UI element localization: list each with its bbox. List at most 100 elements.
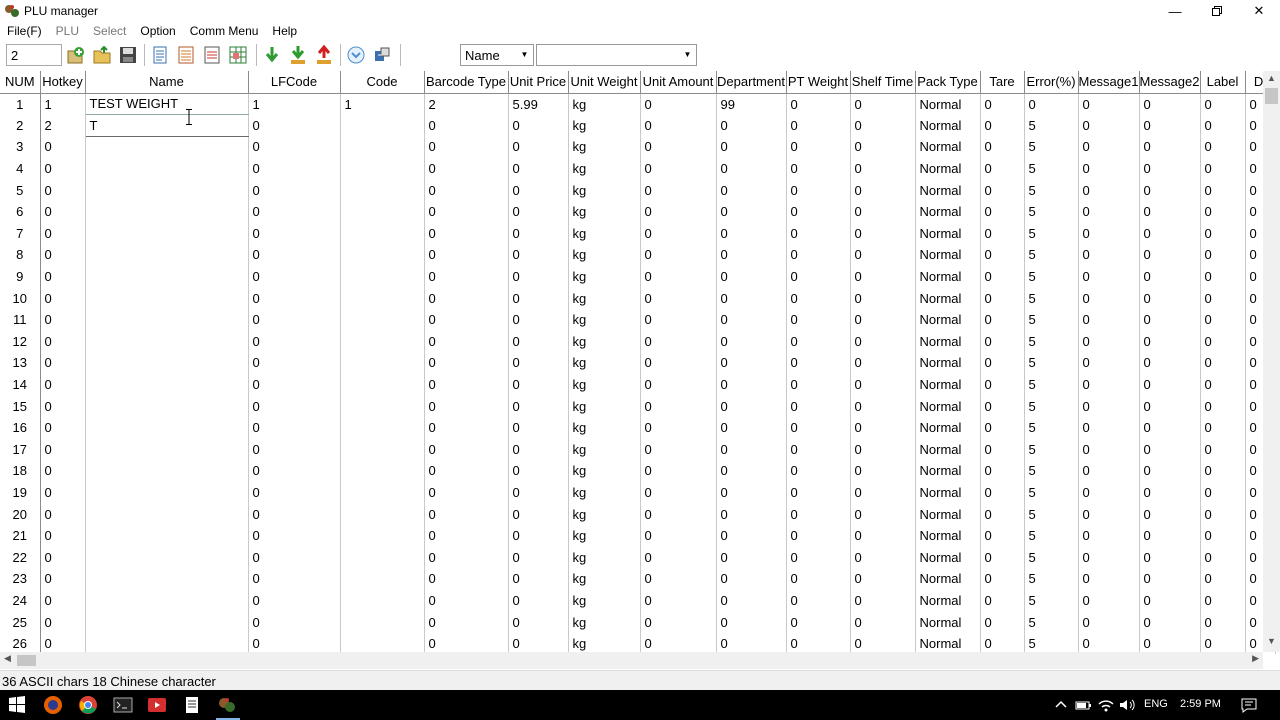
table-cell[interactable]: 0 [786, 179, 851, 201]
table-cell[interactable]: 0 [786, 611, 851, 633]
table-cell[interactable]: 0 [716, 438, 787, 461]
table-cell[interactable]: 0 [640, 136, 717, 158]
table-cell[interactable]: 0 [850, 114, 916, 137]
table-cell[interactable]: kg [568, 244, 641, 266]
vertical-scroll-thumb[interactable] [1265, 88, 1278, 104]
table-cell[interactable]: 0 [716, 179, 787, 201]
table-cell[interactable] [85, 330, 249, 353]
search-field-select[interactable]: Name ▼ [460, 44, 534, 66]
menu-comm[interactable]: Comm Menu [183, 24, 266, 38]
table-cell[interactable]: 0 [980, 589, 1025, 612]
table-cell[interactable]: 0 [716, 352, 787, 374]
table-cell[interactable]: 0 [508, 136, 569, 158]
table-cell[interactable]: 0 [1139, 524, 1201, 547]
table-cell[interactable]: Normal [915, 589, 981, 612]
table-cell[interactable]: 0 [640, 416, 717, 439]
table-cell[interactable]: 0 [1139, 611, 1201, 633]
table-cell[interactable]: 0 [786, 568, 851, 590]
table-cell[interactable]: 5 [1024, 481, 1079, 504]
table-cell[interactable]: 0 [424, 179, 509, 201]
table-cell[interactable]: 5 [1024, 460, 1079, 482]
table-cell[interactable] [85, 200, 249, 223]
table-cell[interactable]: 0 [248, 438, 341, 461]
minimize-icon[interactable]: — [1154, 0, 1196, 22]
table-cell[interactable]: 0 [1200, 611, 1246, 633]
table-cell[interactable]: 0 [1139, 265, 1201, 288]
table-cell[interactable]: 5 [1024, 244, 1079, 266]
table-cell[interactable]: 0 [640, 179, 717, 201]
table-cell[interactable] [340, 287, 425, 309]
list-icon[interactable] [176, 45, 196, 65]
table-cell[interactable]: 5 [1024, 373, 1079, 396]
vertical-scrollbar[interactable]: ▲ ▼ [1263, 71, 1280, 652]
table-cell[interactable]: 0 [1139, 287, 1201, 309]
table-cell[interactable]: kg [568, 265, 641, 288]
table-row[interactable]: 3 0 0 0 0 kg 0 0 0 0 Normal 0 5 0 0 0 0 [0, 136, 1276, 158]
table-cell[interactable] [85, 222, 249, 245]
table-cell[interactable]: 0 [508, 416, 569, 439]
table-cell[interactable]: kg [568, 352, 641, 374]
table-cell[interactable]: 0 [424, 524, 509, 547]
table-cell[interactable]: 0 [1200, 244, 1246, 266]
table-cell[interactable]: 1 [40, 93, 86, 115]
table-cell[interactable]: 0 [1078, 136, 1140, 158]
table-cell[interactable]: 0 [1200, 157, 1246, 180]
table-cell[interactable]: Normal [915, 611, 981, 633]
table-cell[interactable] [340, 330, 425, 353]
table-cell[interactable]: 0 [786, 114, 851, 137]
table-cell[interactable]: 0 [248, 330, 341, 353]
table-row[interactable]: 11 0 0 0 0 kg 0 0 0 0 Normal 0 5 0 0 0 0 [0, 308, 1276, 331]
table-cell[interactable]: 0 [640, 157, 717, 180]
table-cell[interactable]: 0 [850, 460, 916, 482]
table-cell[interactable]: 0 [716, 416, 787, 439]
table-cell[interactable]: TEST WEIGHT [85, 93, 249, 116]
table-cell[interactable]: 0 [850, 416, 916, 439]
table-cell[interactable]: 0 [508, 460, 569, 482]
table-cell[interactable]: 0 [40, 546, 86, 569]
table-cell[interactable]: 0 [1200, 546, 1246, 569]
table-cell[interactable]: kg [568, 546, 641, 569]
table-row[interactable]: 5 0 0 0 0 kg 0 0 0 0 Normal 0 5 0 0 0 0 [0, 179, 1276, 201]
table-cell[interactable]: 0 [248, 524, 341, 547]
table-cell[interactable]: Normal [915, 395, 981, 417]
table-cell[interactable]: 0 [1078, 503, 1140, 525]
table-cell[interactable]: 0 [980, 136, 1025, 158]
table-cell[interactable]: 0 [786, 157, 851, 180]
table-cell[interactable]: kg [568, 200, 641, 223]
table-cell[interactable]: 0 [980, 200, 1025, 223]
table-cell[interactable] [85, 503, 249, 525]
document-app-icon[interactable] [181, 694, 203, 716]
add-record-icon[interactable] [66, 45, 86, 65]
record-number-input[interactable]: 2 [6, 44, 62, 66]
table-cell[interactable]: 0 [424, 438, 509, 461]
table-cell[interactable]: kg [568, 503, 641, 525]
table-cell[interactable]: 0 [716, 136, 787, 158]
table-row[interactable]: 10 0 0 0 0 kg 0 0 0 0 Normal 0 5 0 0 0 0 [0, 287, 1276, 309]
table-cell[interactable]: 0 [980, 157, 1025, 180]
column-header[interactable]: Message1 [1078, 71, 1140, 94]
table-cell[interactable]: 0 [1078, 222, 1140, 245]
table-cell[interactable]: 0 [786, 136, 851, 158]
table-cell[interactable]: Normal [915, 460, 981, 482]
table-row[interactable]: 20 0 0 0 0 kg 0 0 0 0 Normal 0 5 0 0 0 0 [0, 503, 1276, 525]
table-cell[interactable]: 0 [1139, 546, 1201, 569]
table-cell[interactable]: 0 [1139, 114, 1201, 137]
table-cell[interactable]: 0 [1139, 157, 1201, 180]
table-cell[interactable] [85, 244, 249, 266]
table-cell[interactable]: 0 [424, 568, 509, 590]
table-cell[interactable]: 0 [850, 222, 916, 245]
excel-icon[interactable] [228, 45, 248, 65]
table-cell[interactable]: 0 [248, 395, 341, 417]
table-cell[interactable]: 0 [1078, 352, 1140, 374]
table-cell[interactable]: kg [568, 93, 641, 115]
table-cell[interactable]: 0 [850, 265, 916, 288]
table-cell[interactable]: 0 [980, 308, 1025, 331]
table-row[interactable]: 4 0 0 0 0 kg 0 0 0 0 Normal 0 5 0 0 0 0 [0, 157, 1276, 180]
table-cell[interactable] [85, 136, 249, 158]
table-cell[interactable]: 0 [716, 287, 787, 309]
table-cell[interactable]: 0 [850, 287, 916, 309]
table-cell[interactable]: 0 [40, 481, 86, 504]
table-cell[interactable]: 0 [786, 481, 851, 504]
table-cell[interactable]: 0 [1139, 244, 1201, 266]
table-cell[interactable]: 0 [640, 546, 717, 569]
